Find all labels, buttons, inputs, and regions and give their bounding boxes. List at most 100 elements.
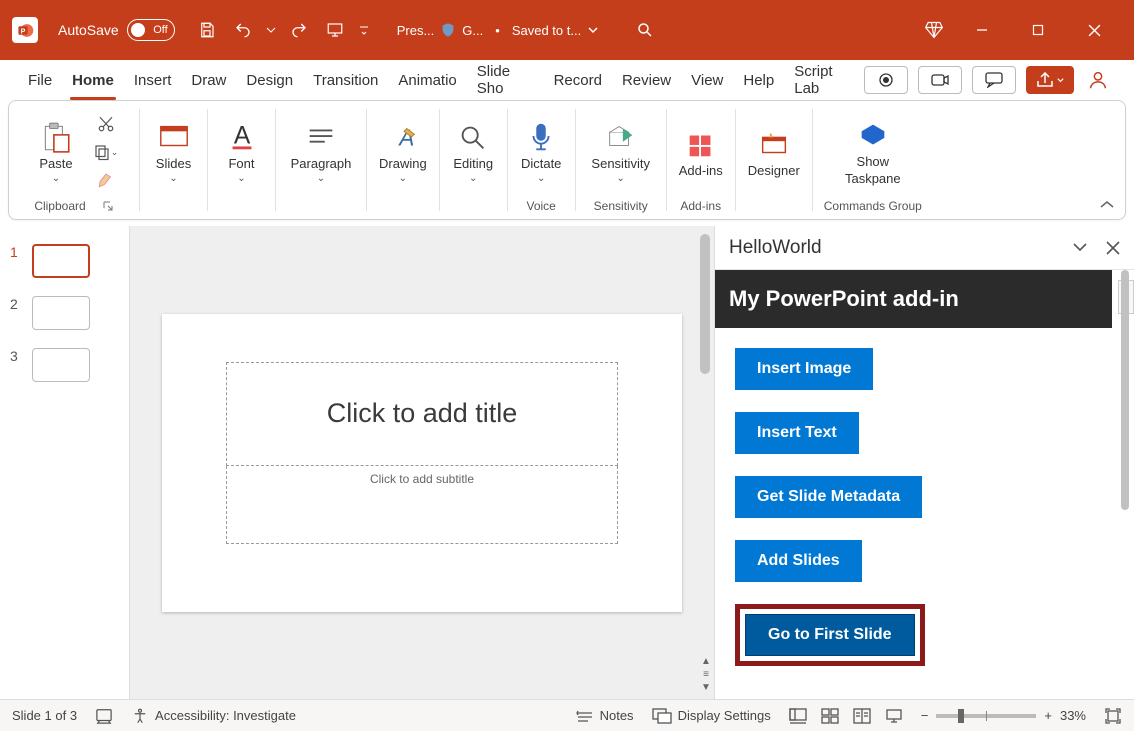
accessibility-icon [131, 707, 149, 725]
addin-get-metadata-button[interactable]: Get Slide Metadata [735, 476, 922, 518]
addin-insert-text-button[interactable]: Insert Text [735, 412, 859, 454]
addin-insert-image-button[interactable]: Insert Image [735, 348, 873, 390]
close-button[interactable] [1066, 10, 1122, 50]
autosave-label: AutoSave [58, 22, 119, 38]
title-placeholder[interactable]: Click to add title [226, 362, 618, 466]
filename-text: Pres... [397, 23, 435, 38]
tab-file[interactable]: File [18, 60, 62, 100]
camera-button[interactable] [918, 66, 962, 94]
sensitivity-button[interactable]: Sensitivity⌄ [582, 118, 660, 186]
prev-slide-icon[interactable]: ▲ [698, 655, 714, 667]
tab-slideshow[interactable]: Slide Sho [467, 60, 544, 100]
paste-button[interactable]: Paste⌄ [29, 118, 84, 186]
slideshow-view-icon[interactable] [885, 708, 903, 724]
ribbon-collapse-icon[interactable] [1099, 199, 1115, 211]
maximize-button[interactable] [1010, 10, 1066, 50]
format-painter-icon[interactable] [92, 167, 120, 193]
qat-customize-icon[interactable] [355, 14, 373, 46]
undo-icon[interactable] [227, 14, 259, 46]
tab-scriptlab[interactable]: Script Lab [784, 60, 864, 100]
addin-goto-first-slide-highlight: Go to First Slide [735, 604, 925, 666]
show-taskpane-button[interactable]: ShowTaskpane [839, 116, 907, 188]
slide-sorter-view-icon[interactable] [821, 708, 839, 724]
diamond-premium-icon[interactable] [918, 14, 950, 46]
slide-thumbnails-panel: 1 2 3 [0, 226, 130, 699]
slide-canvas[interactable]: Click to add title Click to add subtitle [162, 314, 682, 612]
slide-vertical-scrollbar[interactable] [698, 234, 712, 649]
redo-icon[interactable] [283, 14, 315, 46]
taskpane-close-icon[interactable] [1106, 241, 1120, 255]
ribbon-group-sensitivity: Sensitivity⌄ Sensitivity [576, 103, 666, 217]
svg-text:P: P [20, 27, 25, 35]
undo-dropdown-icon[interactable] [263, 14, 279, 46]
shield-icon [440, 21, 456, 39]
zoom-in-icon[interactable]: + [1044, 708, 1052, 723]
search-icon[interactable] [629, 14, 661, 46]
zoom-slider[interactable] [936, 714, 1036, 718]
spellcheck-icon[interactable] [95, 708, 113, 724]
bullet-separator: • [495, 23, 500, 38]
tab-draw[interactable]: Draw [181, 60, 236, 100]
reading-view-icon[interactable] [853, 708, 871, 724]
designer-button[interactable]: Designer [742, 125, 806, 180]
editing-button[interactable]: Editing⌄ [446, 118, 501, 186]
ribbon-tabs: File Home Insert Draw Design Transition … [0, 60, 1134, 100]
thumbnail-3[interactable]: 3 [10, 348, 119, 382]
tab-review[interactable]: Review [612, 60, 681, 100]
minimize-button[interactable] [954, 10, 1010, 50]
svg-text:A: A [397, 125, 414, 151]
slide-counter[interactable]: Slide 1 of 3 [12, 708, 77, 723]
thumbnail-2[interactable]: 2 [10, 296, 119, 330]
notes-button[interactable]: Notes [576, 708, 634, 723]
share-button[interactable] [1026, 66, 1074, 94]
tab-design[interactable]: Design [236, 60, 303, 100]
ribbon-group-font: AFont⌄ [208, 103, 275, 217]
comments-button[interactable] [972, 66, 1016, 94]
clipboard-dialog-launcher-icon[interactable] [102, 200, 114, 212]
taskpane-scrollbar[interactable] [1119, 270, 1131, 699]
slides-button[interactable]: Slides⌄ [146, 118, 201, 186]
addins-button[interactable]: Add-ins [673, 125, 729, 180]
font-button[interactable]: AFont⌄ [214, 118, 269, 186]
accessibility-status[interactable]: Accessibility: Investigate [131, 707, 296, 725]
display-settings-button[interactable]: Display Settings [652, 708, 771, 724]
normal-view-icon[interactable] [789, 708, 807, 724]
ribbon-group-voice: Dictate⌄ Voice [508, 103, 575, 217]
copy-icon[interactable]: ⌄ [92, 139, 120, 165]
tab-animations[interactable]: Animatio [388, 60, 466, 100]
ribbon-group-paragraph: Paragraph⌄ [276, 103, 366, 217]
next-slide-icon[interactable]: ▼ [698, 681, 714, 693]
save-status-text[interactable]: Saved to t... [512, 23, 581, 38]
addin-goto-first-slide-button[interactable]: Go to First Slide [745, 614, 915, 656]
taskpane-dropdown-icon[interactable] [1072, 241, 1088, 255]
subtitle-placeholder[interactable]: Click to add subtitle [226, 466, 618, 544]
record-button[interactable] [864, 66, 908, 94]
fit-to-window-icon[interactable] [1104, 707, 1122, 725]
cut-icon[interactable] [92, 111, 120, 137]
thumbnail-1[interactable]: 1 [10, 244, 119, 278]
user-account-icon[interactable] [1084, 66, 1112, 94]
addin-add-slides-button[interactable]: Add Slides [735, 540, 862, 582]
autosave-control[interactable]: AutoSave Off [58, 19, 175, 41]
ribbon-group-designer: Designer [736, 103, 812, 217]
tab-help[interactable]: Help [733, 60, 784, 100]
present-from-beginning-icon[interactable] [319, 14, 351, 46]
tab-record[interactable]: Record [544, 60, 612, 100]
zoom-control[interactable]: − + 33% [921, 708, 1086, 723]
slide-editor-area[interactable]: Click to add title Click to add subtitle… [130, 226, 714, 699]
ribbon-group-commands: ShowTaskpane Commands Group [813, 103, 933, 217]
save-status-dropdown-icon[interactable] [587, 24, 599, 36]
main-area: 1 2 3 Click to add title Click to add su… [0, 226, 1134, 699]
autosave-toggle[interactable]: Off [127, 19, 175, 41]
zoom-percent[interactable]: 33% [1060, 708, 1086, 723]
tab-view[interactable]: View [681, 60, 733, 100]
drawing-button[interactable]: ADrawing⌄ [373, 118, 433, 186]
dictate-button[interactable]: Dictate⌄ [514, 118, 569, 186]
save-icon[interactable] [191, 14, 223, 46]
tab-transitions[interactable]: Transition [303, 60, 388, 100]
tab-insert[interactable]: Insert [124, 60, 182, 100]
paragraph-button[interactable]: Paragraph⌄ [282, 118, 360, 186]
slide-nav-bar-icon[interactable]: ≡ [698, 668, 714, 680]
zoom-out-icon[interactable]: − [921, 708, 929, 723]
tab-home[interactable]: Home [62, 60, 124, 100]
